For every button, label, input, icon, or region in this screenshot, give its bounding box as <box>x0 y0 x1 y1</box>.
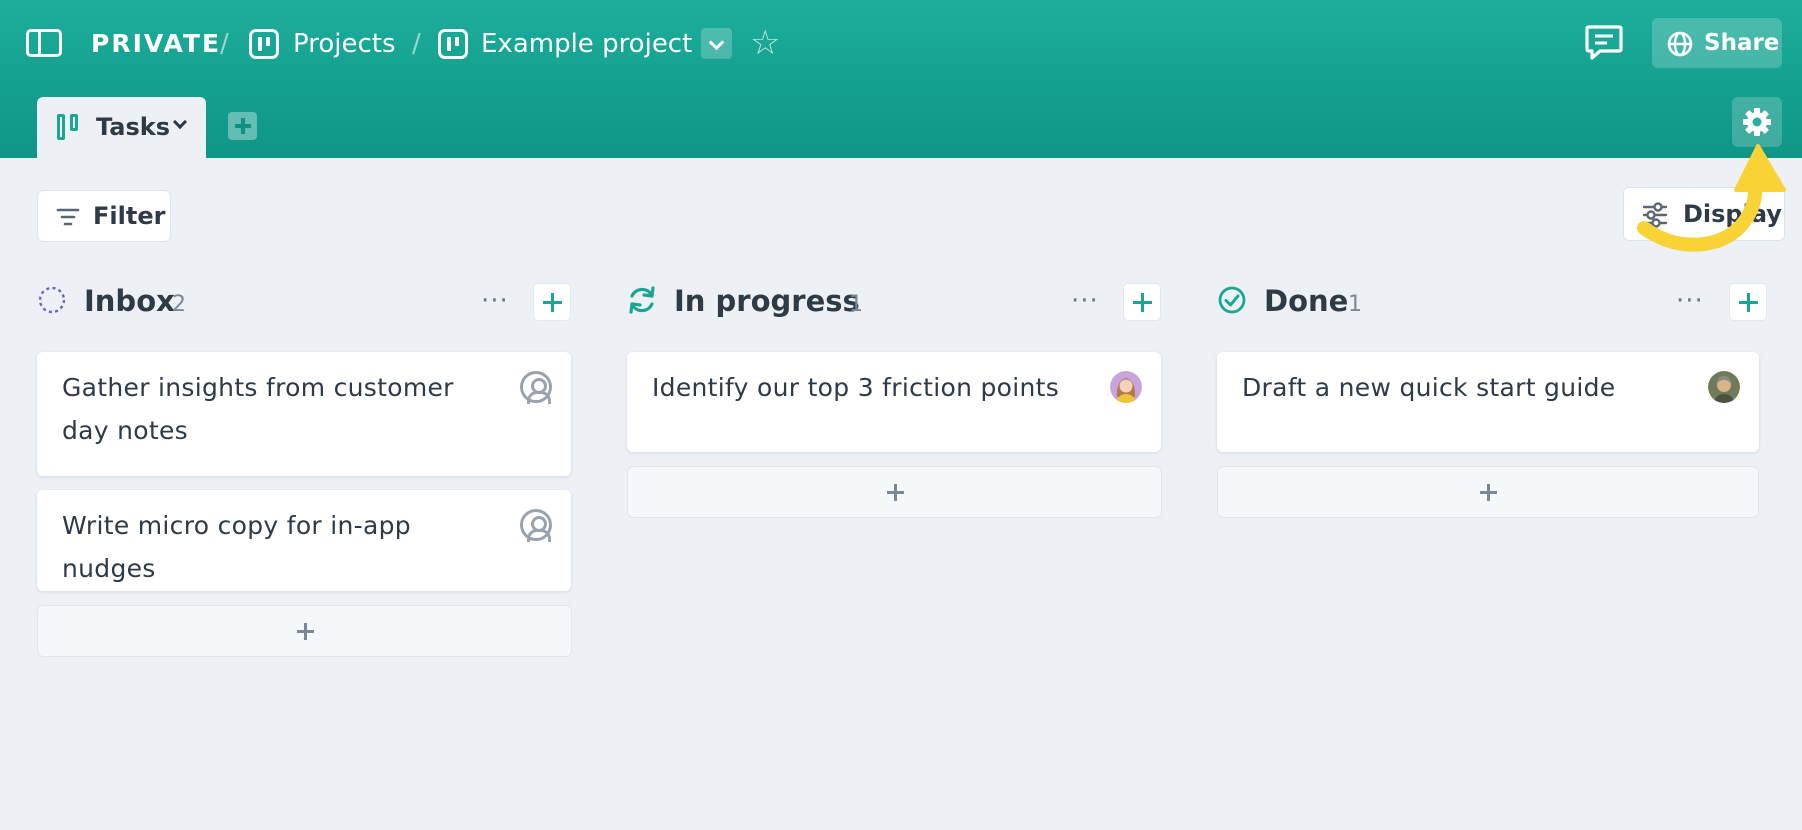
breadcrumb-separator: / <box>220 29 229 59</box>
task-card[interactable]: Draft a new quick start guide <box>1217 352 1759 452</box>
breadcrumb-workspace[interactable]: PRIVATE <box>91 24 221 64</box>
top-bar: PRIVATE / Projects / Example project ☆ S… <box>0 0 1802 88</box>
column-add-button[interactable] <box>1729 283 1767 321</box>
column-add-button[interactable] <box>533 283 571 321</box>
column-title: In progress <box>674 284 860 318</box>
add-card-button[interactable] <box>37 605 572 657</box>
status-done-icon <box>1218 286 1246 314</box>
filter-label: Filter <box>93 202 166 230</box>
globe-icon <box>1667 31 1693 57</box>
annotation-arrow <box>1637 144 1786 252</box>
column-title: Inbox <box>84 284 175 318</box>
column-title: Done <box>1264 284 1349 318</box>
board-view-icon <box>57 114 83 140</box>
breadcrumb-projects[interactable]: Projects <box>293 24 396 64</box>
avatar-woman-icon <box>1110 371 1142 403</box>
board-icon <box>438 29 468 59</box>
project-dropdown-button[interactable] <box>701 28 732 59</box>
filter-button[interactable]: Filter <box>37 190 171 242</box>
column-more-button[interactable]: ··· <box>481 280 509 322</box>
column-add-button[interactable] <box>1123 283 1161 321</box>
comment-icon <box>1585 25 1623 60</box>
assignee-avatar[interactable] <box>1708 371 1740 403</box>
add-card-button[interactable] <box>1217 466 1759 518</box>
project-header: PRIVATE / Projects / Example project ☆ S… <box>0 0 1802 158</box>
column-count: 1 <box>849 292 863 317</box>
add-card-button[interactable] <box>627 466 1162 518</box>
share-button[interactable]: Share <box>1652 18 1782 68</box>
breadcrumb-separator: / <box>412 29 421 59</box>
share-label: Share <box>1704 30 1780 56</box>
comments-button[interactable] <box>1584 24 1624 62</box>
status-todo-icon <box>38 286 66 314</box>
add-view-button[interactable] <box>228 112 257 140</box>
avatar-man-icon <box>1708 371 1740 403</box>
column-count: 1 <box>1348 292 1362 317</box>
column-more-button[interactable]: ··· <box>1676 280 1704 322</box>
unassigned-icon[interactable] <box>520 371 552 404</box>
sidebar-toggle-icon[interactable] <box>26 29 62 57</box>
task-title: Identify our top 3 friction points <box>652 373 1060 402</box>
gear-icon <box>1743 108 1771 136</box>
tab-tasks[interactable]: Tasks <box>37 97 206 158</box>
filter-icon <box>56 208 80 226</box>
board-icon <box>249 29 279 59</box>
chevron-down-icon[interactable] <box>172 114 188 130</box>
task-card[interactable]: Gather insights from customer day notes <box>37 352 571 476</box>
task-title: Draft a new quick start guide <box>1242 373 1616 402</box>
assignee-avatar[interactable] <box>1110 371 1142 403</box>
task-card[interactable]: Write micro copy for in-app nudges <box>37 490 571 591</box>
unassigned-icon[interactable] <box>520 509 552 542</box>
column-count: 2 <box>172 292 186 317</box>
status-in-progress-icon <box>629 286 655 314</box>
star-icon[interactable]: ☆ <box>750 24 780 62</box>
task-card[interactable]: Identify our top 3 friction points <box>627 352 1161 452</box>
breadcrumb-project-name[interactable]: Example project <box>481 24 692 64</box>
column-more-button[interactable]: ··· <box>1071 280 1099 322</box>
task-title: Gather insights from customer day notes <box>62 373 454 445</box>
task-title: Write micro copy for in-app nudges <box>62 511 411 583</box>
tab-tasks-label: Tasks <box>96 113 171 141</box>
